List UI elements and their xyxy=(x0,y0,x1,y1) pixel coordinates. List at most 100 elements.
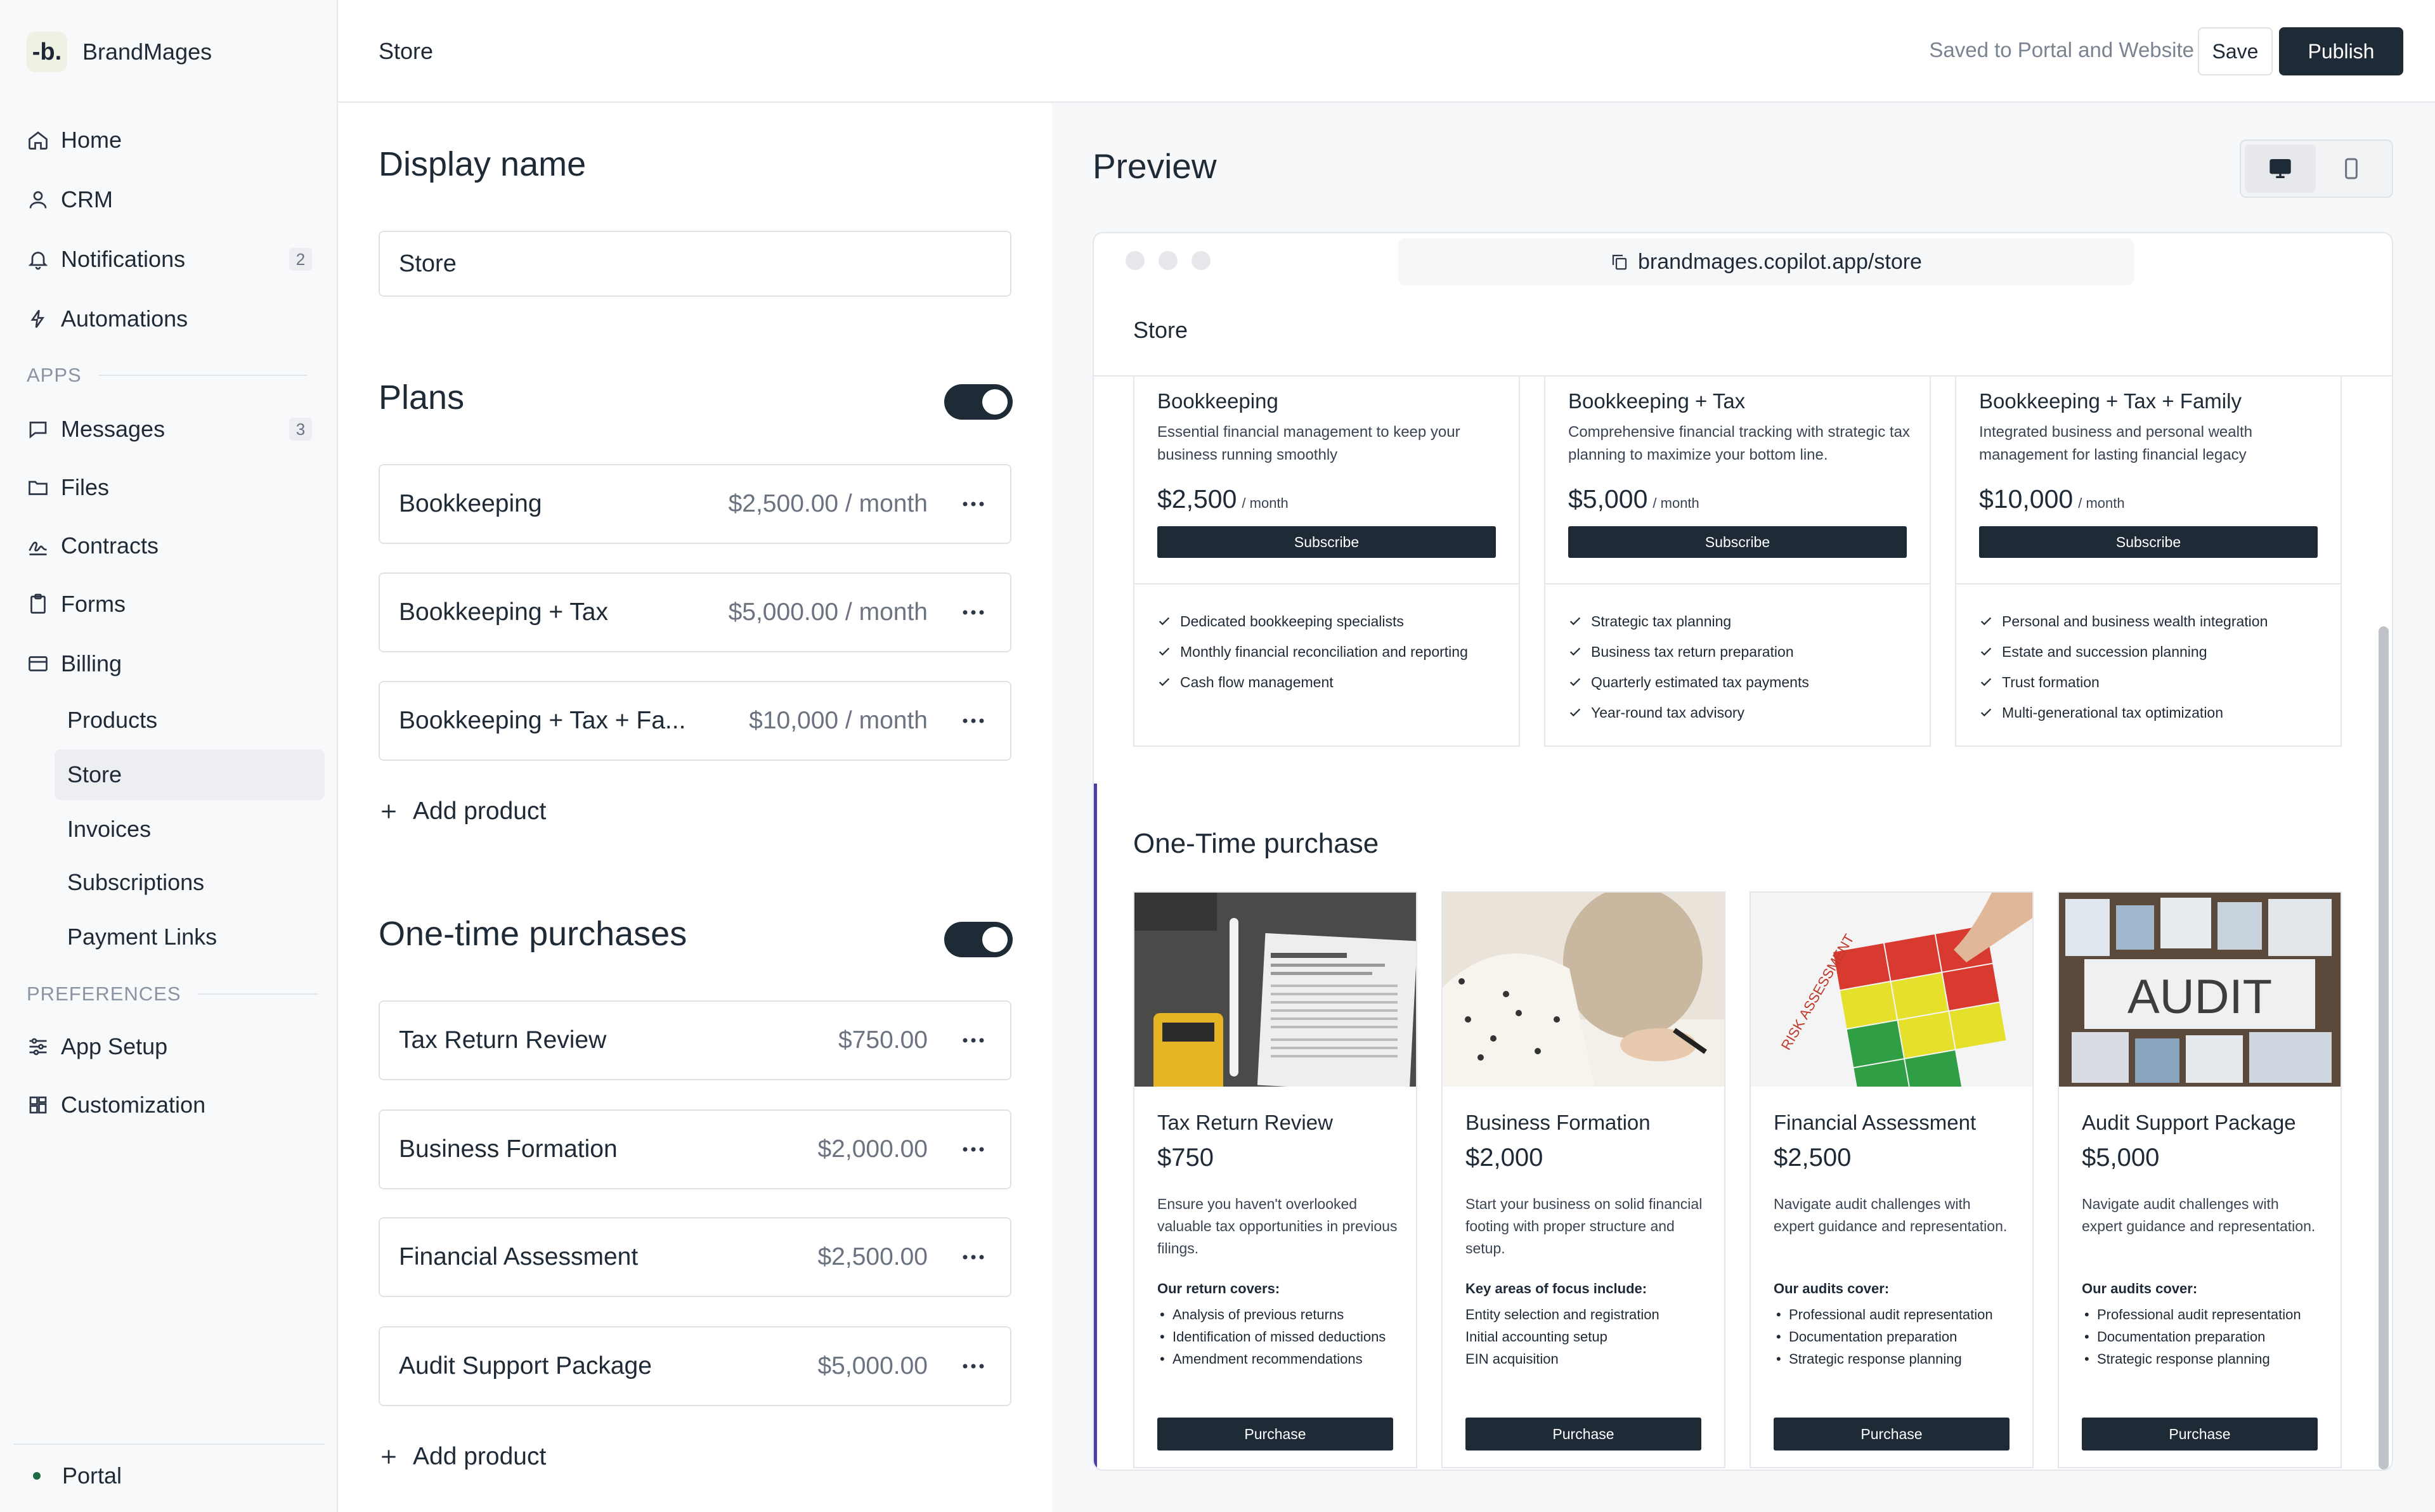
price-amount: $5,000 xyxy=(1568,484,1648,514)
business-formation-image xyxy=(1443,893,1724,1087)
one-time-toggle[interactable] xyxy=(944,922,1013,957)
plan-card-name: Bookkeeping + Tax xyxy=(1568,389,1746,413)
display-name-input[interactable] xyxy=(379,231,1011,297)
product-card-price: $2,000 xyxy=(1465,1144,1543,1172)
sidebar-item-payment-links[interactable]: Payment Links xyxy=(55,912,325,962)
publish-button[interactable]: Publish xyxy=(2279,27,2403,75)
plan-row[interactable]: Bookkeeping $2,500.00 / month xyxy=(379,464,1011,544)
nav-notifications[interactable]: Notifications 2 xyxy=(27,236,325,283)
feature-text: Estate and succession planning xyxy=(2002,643,2207,660)
more-options-icon[interactable] xyxy=(958,489,989,519)
subscribe-button[interactable]: Subscribe xyxy=(1157,526,1496,558)
user-icon xyxy=(29,191,47,209)
top-bar: Store Saved to Portal and Website Save P… xyxy=(338,0,2435,103)
clipboard-icon xyxy=(30,593,46,614)
feature-item: Quarterly estimated tax payments xyxy=(1568,667,1809,697)
nav-customization[interactable]: Customization xyxy=(27,1082,325,1128)
nav-app-setup[interactable]: App Setup xyxy=(27,1023,325,1070)
more-options-icon[interactable] xyxy=(958,706,989,736)
purchase-button[interactable]: Purchase xyxy=(1157,1418,1393,1451)
divider xyxy=(98,375,308,376)
add-one-time-product-button[interactable]: Add product xyxy=(379,1443,546,1471)
one-time-row[interactable]: Audit Support Package $5,000.00 xyxy=(379,1326,1011,1406)
toggle-knob xyxy=(982,927,1008,952)
window-dot xyxy=(1159,251,1178,270)
purchase-button[interactable]: Purchase xyxy=(1465,1418,1701,1451)
bolt-icon xyxy=(30,309,45,328)
product-card-description: Navigate audit challenges with expert gu… xyxy=(2082,1196,2316,1234)
plan-row[interactable]: Bookkeeping + Tax + Fa... $10,000 / mont… xyxy=(379,681,1011,761)
display-name-heading: Display name xyxy=(379,145,587,183)
portal-switcher[interactable]: Portal xyxy=(14,1444,325,1507)
add-product-label: Add product xyxy=(413,798,547,825)
nav-label: Home xyxy=(61,127,122,153)
plans-heading: Plans xyxy=(379,378,465,417)
feature-text: Business tax return preparation xyxy=(1591,643,1794,660)
one-time-row[interactable]: Financial Assessment $2,500.00 xyxy=(379,1217,1011,1297)
app-root: -b. BrandMages Home CRM Notifications 2 … xyxy=(0,0,2435,1512)
bell-icon xyxy=(28,252,48,270)
audit-image: AUDIT xyxy=(2059,893,2341,1087)
nav-files[interactable]: Files xyxy=(27,464,325,511)
one-time-row[interactable]: Tax Return Review $750.00 xyxy=(379,1000,1011,1080)
nav-forms[interactable]: Forms xyxy=(27,581,325,628)
divider xyxy=(1134,583,1519,585)
product-price: $2,000.00 xyxy=(817,1135,928,1163)
nav-automations[interactable]: Automations xyxy=(27,295,325,342)
more-options-icon[interactable] xyxy=(958,597,989,628)
nav-messages[interactable]: Messages 3 xyxy=(27,406,325,453)
more-options-icon[interactable] xyxy=(958,1242,989,1272)
store-editor: Display name Plans Bookkeeping $2,500.00… xyxy=(338,103,1052,1512)
plans-toggle[interactable] xyxy=(944,384,1013,420)
browser-frame: brandmages.copilot.app/store Store Bookk… xyxy=(1093,232,2393,1471)
feature-item: Cash flow management xyxy=(1157,667,1468,697)
feature-text: Cash flow management xyxy=(1180,673,1334,690)
purchase-button[interactable]: Purchase xyxy=(1774,1418,2010,1451)
product-card-list: Professional audit representation Docume… xyxy=(1774,1303,2021,1370)
product-card-list: Analysis of previous returns Identificat… xyxy=(1157,1303,1405,1370)
nav-crm[interactable]: CRM xyxy=(27,176,325,223)
url-bar[interactable]: brandmages.copilot.app/store xyxy=(1398,238,2134,285)
divider xyxy=(1956,583,2341,585)
feature-text: Dedicated bookkeeping specialists xyxy=(1180,612,1404,630)
save-button[interactable]: Save xyxy=(2198,27,2273,75)
check-icon xyxy=(1980,617,1992,626)
grid-icon xyxy=(29,1096,47,1114)
subscribe-button[interactable]: Subscribe xyxy=(1568,526,1907,558)
sidebar-item-subscriptions[interactable]: Subscriptions xyxy=(55,857,325,908)
desktop-view-button[interactable] xyxy=(2245,145,2316,193)
plan-price: $10,000 / month xyxy=(749,707,928,734)
plan-card: Bookkeeping + Tax + Family Integrated bu… xyxy=(1955,377,2342,747)
save-status: Saved to Portal and Website xyxy=(1929,38,2194,61)
purchase-button[interactable]: Purchase xyxy=(2082,1418,2318,1451)
plus-icon xyxy=(382,804,396,818)
product-card-price: $2,500 xyxy=(1774,1144,1852,1172)
nav-home[interactable]: Home xyxy=(27,117,325,164)
more-options-icon[interactable] xyxy=(958,1025,989,1056)
window-dot xyxy=(1192,251,1211,270)
more-options-icon[interactable] xyxy=(958,1134,989,1165)
one-time-row[interactable]: Business Formation $2,000.00 xyxy=(379,1109,1011,1189)
more-options-icon[interactable] xyxy=(958,1351,989,1381)
add-plan-product-button[interactable]: Add product xyxy=(379,798,546,825)
subscribe-button[interactable]: Subscribe xyxy=(1979,526,2318,558)
preview-scrollbar[interactable] xyxy=(2379,626,2389,1470)
monitor-icon xyxy=(2269,159,2291,178)
nav-label: Forms xyxy=(61,591,126,617)
mobile-view-button[interactable] xyxy=(2316,145,2387,193)
brand-name: BrandMages xyxy=(82,39,212,65)
check-icon xyxy=(1159,678,1170,687)
one-time-heading: One-time purchases xyxy=(379,915,687,953)
sidebar-item-products[interactable]: Products xyxy=(55,695,325,746)
sidebar-item-invoices[interactable]: Invoices xyxy=(55,804,325,855)
product-card: Tax Return Review $750 Ensure you haven'… xyxy=(1133,891,1417,1468)
nav-contracts[interactable]: Contracts xyxy=(27,522,325,569)
nav-billing[interactable]: Billing xyxy=(27,640,325,687)
feature-text: Strategic tax planning xyxy=(1591,612,1732,630)
product-card-list-heading: Our audits cover: xyxy=(2082,1281,2198,1296)
feature-item: Estate and succession planning xyxy=(1979,636,2268,667)
sidebar-item-store[interactable]: Store xyxy=(55,749,325,800)
brand[interactable]: -b. BrandMages xyxy=(27,32,212,72)
feature-list: Dedicated bookkeeping specialists Monthl… xyxy=(1157,606,1468,697)
plan-row[interactable]: Bookkeeping + Tax $5,000.00 / month xyxy=(379,572,1011,652)
